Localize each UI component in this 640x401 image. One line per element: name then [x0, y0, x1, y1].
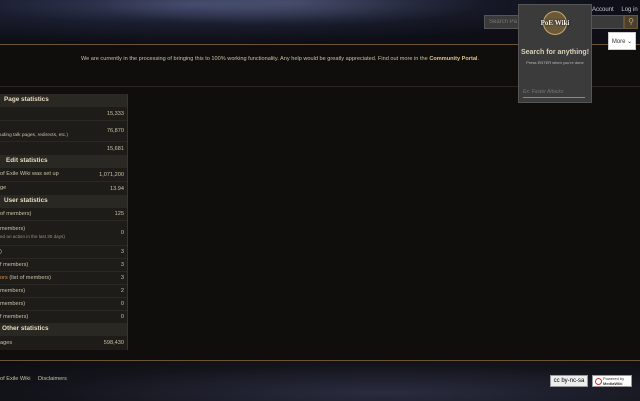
personal-links: Account Log in: [592, 7, 640, 13]
table-row: uding talk pages, redirects, etc.) 76,870: [0, 120, 127, 141]
table-row[interactable]: members) 2: [0, 284, 127, 297]
about-link[interactable]: of Exile Wiki: [0, 376, 30, 382]
logo-text: PoE Wiki: [540, 19, 570, 27]
notice-end: .: [477, 56, 480, 62]
search-suggestion-panel: PoE Wiki Search for anything! Press ENTE…: [518, 4, 592, 103]
mediawiki-badge[interactable]: Powered by MediaWiki: [592, 375, 632, 387]
table-row: 15,681: [0, 141, 127, 155]
more-label: More: [611, 39, 626, 45]
disclaimers-link[interactable]: Disclaimers: [38, 376, 67, 382]
user-statistics-header: User statistics: [0, 195, 127, 207]
other-statistics-header: Other statistics: [0, 323, 127, 335]
table-row[interactable]: ors (list of members) 3: [0, 271, 127, 284]
table-row: ages 598,430: [0, 335, 127, 350]
magnifier-icon[interactable]: ⚲: [624, 15, 638, 29]
community-portal-link[interactable]: Community Portal: [429, 56, 477, 62]
footer-links: of Exile Wiki Disclaimers: [0, 376, 73, 382]
panel-search-input[interactable]: [523, 87, 585, 98]
panel-hint: Press ENTER when you're done: [526, 60, 584, 65]
table-row: of Exile Wiki was set up 1,071,200: [0, 167, 127, 181]
more-menu-button[interactable]: More ⌄: [608, 32, 636, 50]
table-row[interactable]: f members) 0: [0, 310, 127, 323]
edit-statistics-header: Edit statistics: [0, 155, 127, 167]
table-row: 15,333: [0, 106, 127, 120]
statistics-table: Page statistics 15,333 uding talk pages,…: [0, 94, 128, 350]
cc-license-badge[interactable]: cc by-nc-sa: [550, 375, 588, 387]
wiki-logo[interactable]: PoE Wiki: [537, 11, 573, 39]
mediawiki-logo-icon: [595, 378, 602, 385]
table-row: ge 13.94: [0, 181, 127, 195]
notice-text: We are currently in the processing of br…: [80, 56, 428, 62]
table-row[interactable]: members) ed an action in the last 30 days…: [0, 220, 127, 245]
account-link[interactable]: Account: [592, 7, 614, 13]
table-row[interactable]: members) 0: [0, 297, 127, 310]
table-row[interactable]: ) 3: [0, 245, 127, 258]
site-notice: We are currently in the processing of br…: [0, 56, 560, 62]
page-statistics-header: Page statistics: [0, 94, 127, 106]
table-row[interactable]: f members) 3: [0, 258, 127, 271]
panel-title: Search for anything!: [520, 49, 590, 56]
chevron-down-icon: ⌄: [627, 39, 633, 45]
table-row[interactable]: of members) 125: [0, 207, 127, 220]
login-link[interactable]: Log in: [621, 7, 637, 13]
site-footer: of Exile Wiki Disclaimers cc by-nc-sa Po…: [0, 360, 640, 401]
